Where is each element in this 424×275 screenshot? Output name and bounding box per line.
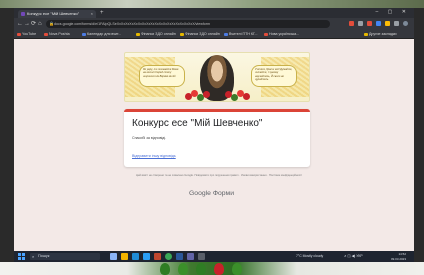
browser-toolbar: ← → ⟳ ⌂ 🔒 docs.google.com/forms/d/e/1FAI… — [14, 18, 414, 30]
plant-leaf — [178, 263, 188, 275]
taskbar-pinned-apps — [110, 253, 205, 260]
search-icon: ⌕ — [32, 254, 35, 259]
store-icon[interactable] — [143, 253, 150, 260]
poem-scroll-right: Учітеся, брати мої! Думайте, читайте, І … — [251, 65, 297, 87]
forward-arrow-icon[interactable]: → — [24, 20, 30, 28]
plant-leaf — [160, 263, 170, 275]
bookmarks-bar: YouTube Nova Poshta Календар для вчит...… — [14, 30, 414, 39]
home-icon[interactable]: ⌂ — [38, 20, 42, 28]
submit-another-response-link[interactable]: Відправити іншу відповідь — [132, 154, 176, 158]
monitor-screen: Конкурс есе "Мій Шевченко" × + – ▢ ✕ ← →… — [14, 8, 414, 262]
form-title: Конкурс есе "Мій Шевченко" — [132, 118, 263, 129]
back-arrow-icon[interactable]: ← — [17, 20, 23, 28]
edge-icon[interactable] — [132, 253, 139, 260]
browser-tab[interactable]: Конкурс есе "Мій Шевченко" × — [18, 10, 96, 18]
plant-leaf — [232, 263, 242, 275]
bookmark-item[interactable]: YouTube — [17, 31, 36, 38]
plant-leaf — [196, 263, 206, 275]
photo-frame-bottom — [0, 262, 424, 275]
form-page: Як умру, то поховайте Мене на могилі Сер… — [14, 39, 414, 251]
form-confirmation-card: Конкурс есе "Мій Шевченко" Спасибі за ві… — [124, 109, 310, 167]
file-explorer-icon[interactable] — [121, 253, 128, 260]
browser-tab-bar: Конкурс есе "Мій Шевченко" × + – ▢ ✕ — [14, 8, 414, 18]
address-bar-input[interactable]: 🔒 docs.google.com/forms/d/e/1FAIpQLSeXxX… — [46, 20, 330, 28]
tab-title: Конкурс есе "Мій Шевченко" — [27, 11, 80, 16]
google-wordmark: Google — [189, 190, 211, 197]
form-disclaimer: Цей вміст не створено та не схвалено Goo… — [135, 174, 303, 177]
bookmark-item[interactable]: Вчителі ПТН КГ... — [224, 31, 258, 38]
forms-wordmark: Форми — [212, 190, 235, 197]
new-tab-button[interactable]: + — [100, 9, 104, 17]
poem-scroll-left: Як умру, то поховайте Мене на могилі Сер… — [139, 65, 185, 87]
profile-avatar[interactable] — [403, 21, 408, 26]
puzzle-icon[interactable] — [394, 21, 399, 26]
bookmark-item[interactable]: Фінанси ЗДО онлайн — [136, 31, 176, 38]
tab-close-icon[interactable]: × — [91, 10, 93, 18]
system-tray[interactable]: ∧ ◫ ◀) УКР — [344, 253, 363, 260]
weather-widget[interactable]: 7°C Mostly cloudy — [296, 253, 323, 260]
plant-flower — [214, 263, 224, 275]
extension-icon[interactable] — [367, 21, 372, 26]
form-confirmation-message: Спасибі за відповіді. — [132, 136, 167, 140]
extension-icon[interactable] — [385, 21, 390, 26]
teams-icon[interactable] — [187, 253, 194, 260]
url-text: docs.google.com/forms/d/e/1FAIpQLSeXxXxX… — [54, 22, 210, 26]
taskbar-search-placeholder: Пошук — [38, 254, 50, 258]
extension-icon[interactable] — [376, 21, 381, 26]
form-header-image: Як умру, то поховайте Мене на могилі Сер… — [124, 52, 310, 102]
bookmark-item[interactable]: Фінанси ЗДО онлайн — [180, 31, 220, 38]
taskbar-clock[interactable]: 14:52 09.03.2023 — [386, 252, 406, 261]
bookmark-item[interactable]: Нова українська... — [264, 31, 299, 38]
bookmark-item[interactable]: Nova Poshta — [44, 31, 70, 38]
extension-icon[interactable] — [349, 21, 354, 26]
taskbar-search-input[interactable]: ⌕ Пошук — [30, 253, 100, 260]
office-icon[interactable] — [154, 253, 161, 260]
clock-date: 09.03.2023 — [390, 256, 406, 261]
google-forms-logo[interactable]: Google Форми — [189, 190, 234, 197]
flowers-decoration — [185, 87, 213, 101]
bookmark-item[interactable]: Календар для вчит... — [82, 31, 121, 38]
chrome-icon[interactable] — [165, 253, 172, 260]
reload-icon[interactable]: ⟳ — [31, 20, 36, 28]
extension-icons — [349, 21, 408, 27]
lock-icon: 🔒 — [49, 21, 54, 26]
app-icon[interactable] — [198, 253, 205, 260]
bookmark-item[interactable]: Другие закладки — [364, 31, 397, 38]
windows-start-icon[interactable] — [18, 253, 25, 260]
flowers-decoration — [225, 87, 253, 101]
window-controls[interactable]: – ▢ ✕ — [376, 9, 410, 15]
photo-frame-top — [0, 0, 424, 8]
windows-taskbar: ⌕ Пошук 7°C Mostly cloudy ∧ ◫ ◀) УКР 14:… — [14, 251, 414, 262]
google-forms-favicon-icon — [21, 12, 25, 16]
task-view-icon[interactable] — [110, 253, 117, 260]
extension-icon[interactable] — [358, 21, 363, 26]
word-icon[interactable] — [176, 253, 183, 260]
